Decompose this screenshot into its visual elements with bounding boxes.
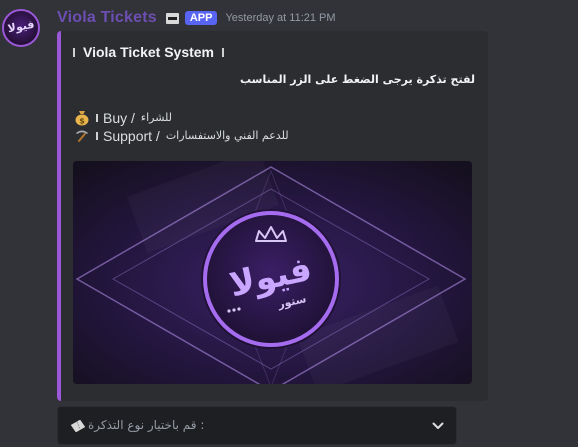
divider-mark-icon	[222, 47, 224, 57]
money-bag-icon: $	[73, 109, 91, 126]
support-arabic-label: للدعم الفني والاستفسارات	[165, 129, 289, 142]
embed-title-text: Viola Ticket System	[83, 44, 214, 60]
embed-title: Viola Ticket System	[73, 44, 232, 60]
role-emoji-icon	[165, 12, 179, 24]
embed-banner-image[interactable]: فيولا ستور	[73, 161, 472, 384]
select-placeholder: قم باختيار نوع التذكرة :	[88, 418, 205, 432]
buy-label: Buy /	[103, 109, 135, 126]
buy-arabic-label: للشراء	[140, 111, 173, 124]
support-label: Support /	[103, 127, 160, 144]
author-avatar[interactable]: فيولا	[2, 9, 40, 47]
message-header: Viola Tickets APP Yesterday at 11:21 PM	[57, 8, 336, 28]
author-name[interactable]: Viola Tickets	[57, 9, 157, 27]
avatar-logo-text: فيولا	[6, 17, 36, 36]
chevron-down-icon[interactable]	[432, 422, 444, 430]
divider-mark-icon	[96, 131, 98, 140]
divider-mark-icon	[96, 113, 98, 122]
message-timestamp: Yesterday at 11:21 PM	[225, 12, 336, 24]
ticket-embed: Viola Ticket System لفتح تذكرة يرجى الضغ…	[57, 31, 488, 401]
support-option-line: Support / للدعم الفني والاستفسارات	[73, 127, 289, 144]
app-badge: APP	[184, 11, 218, 25]
ticket-icon	[70, 420, 86, 432]
embed-description: لفتح تذكرة يرجى الضغط على الزر المناسب	[240, 73, 475, 86]
buy-option-line: $ Buy / للشراء	[73, 109, 172, 126]
divider-mark-icon	[73, 47, 75, 57]
pick-icon	[73, 127, 91, 144]
ticket-type-select[interactable]: قم باختيار نوع التذكرة :	[57, 406, 457, 445]
svg-text:$: $	[79, 117, 85, 126]
